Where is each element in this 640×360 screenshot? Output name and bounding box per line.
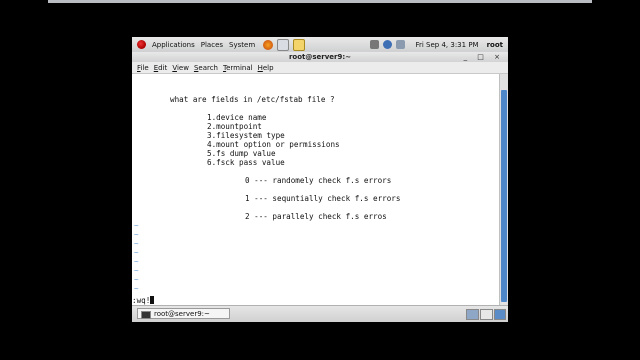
field-line: 5.fs dump value [207,149,276,158]
mail-icon[interactable] [277,38,290,51]
terminal-icon [141,311,151,319]
empty-line-tilde: ~ [134,230,139,239]
redhat-logo-icon[interactable] [137,40,146,49]
field-line: 2.mountpoint [207,122,262,131]
fsck-line: 2 --- parallely check f.s erros [245,212,387,221]
places-menu[interactable]: Places [201,41,223,49]
command-line[interactable]: :wq! [132,296,155,305]
vm-desktop: Applications Places System Fri Sep 4, 3:… [132,37,508,322]
terminal-window: root@server9:~ _ □ × File Edit View Sear… [132,52,508,322]
field-line: 6.fsck pass value [207,158,285,167]
vertical-scrollbar[interactable] [499,74,508,305]
workspace-1-button[interactable] [466,309,479,320]
taskbar-terminal-button[interactable]: root@server9:~ [137,308,230,319]
trash-icon[interactable] [494,309,506,320]
window-controls[interactable]: _ □ × [464,52,504,62]
field-line: 3.filesystem type [207,131,285,140]
firefox-icon[interactable] [263,39,274,50]
window-title: root@server9:~ [288,53,352,61]
terminal-content[interactable]: what are fields in /etc/fstab file ? 1.d… [132,74,500,305]
field-line: 1.device name [207,113,267,122]
fsck-line: 0 --- randomely check f.s errors [245,176,392,185]
menu-bar: File Edit View Search Terminal Help [132,62,508,74]
menu-help[interactable]: Help [258,64,274,72]
bottom-taskbar: root@server9:~ [132,305,508,322]
taskbar-task-label: root@server9:~ [154,310,210,318]
menu-terminal[interactable]: Terminal [223,64,253,72]
menu-search[interactable]: Search [194,64,218,72]
volume-icon[interactable] [370,40,380,49]
empty-line-tilde: ~ [134,275,139,284]
user-name[interactable]: root [487,41,503,49]
empty-line-tilde: ~ [134,239,139,248]
empty-line-tilde: ~ [134,248,139,257]
text-cursor [150,296,155,304]
system-menu[interactable]: System [229,41,255,49]
field-line: 4.mount option or permissions [207,140,340,149]
vim-command: :wq! [132,296,151,305]
workspace-2-button[interactable] [480,309,493,320]
empty-line-tilde: ~ [134,266,139,275]
menu-file[interactable]: File [137,64,149,72]
top-panel: Applications Places System Fri Sep 4, 3:… [132,37,508,53]
network-icon[interactable] [396,40,406,49]
host-window-strip [48,0,592,3]
menu-edit[interactable]: Edit [154,64,168,72]
menu-view[interactable]: View [172,64,189,72]
empty-line-tilde: ~ [134,221,139,230]
scrollbar-thumb[interactable] [501,90,507,302]
bluetooth-icon[interactable] [383,40,393,49]
clock[interactable]: Fri Sep 4, 3:31 PM [415,41,478,49]
window-titlebar[interactable]: root@server9:~ _ □ × [132,52,508,62]
notes-icon[interactable] [293,38,306,51]
empty-line-tilde: ~ [134,284,139,293]
question-line: what are fields in /etc/fstab file ? [170,95,335,104]
applications-menu[interactable]: Applications [152,41,195,49]
empty-line-tilde: ~ [134,257,139,266]
fsck-line: 1 --- sequntially check f.s errors [245,194,401,203]
